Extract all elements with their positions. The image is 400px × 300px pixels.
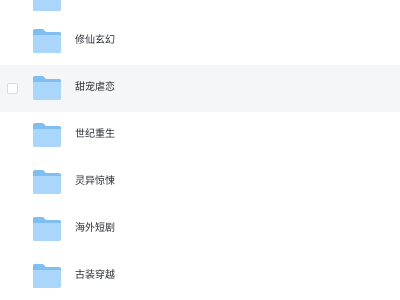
folder-icon bbox=[32, 0, 62, 12]
folder-icon bbox=[32, 169, 62, 195]
folder-list: 修仙玄幻 甜宠虐恋 世纪重生 灵异惊悚 海外短剧 古装穿越 bbox=[0, 0, 400, 299]
folder-name: 甜宠虐恋 bbox=[75, 82, 115, 93]
folder-name: 修仙玄幻 bbox=[75, 35, 115, 46]
folder-name: 古装穿越 bbox=[75, 270, 115, 281]
select-checkbox[interactable] bbox=[7, 83, 18, 94]
list-item[interactable]: 灵异惊悚 bbox=[0, 159, 400, 206]
list-item[interactable]: 世纪重生 bbox=[0, 112, 400, 159]
folder-name: 海外短剧 bbox=[75, 223, 115, 234]
list-item[interactable]: 海外短剧 bbox=[0, 206, 400, 253]
list-item[interactable]: 古装穿越 bbox=[0, 253, 400, 300]
folder-icon bbox=[32, 122, 62, 148]
list-item[interactable]: 甜宠虐恋 bbox=[0, 65, 400, 112]
folder-icon bbox=[32, 263, 62, 289]
folder-icon bbox=[32, 75, 62, 101]
folder-icon bbox=[32, 28, 62, 54]
list-item[interactable]: 修仙玄幻 bbox=[0, 18, 400, 65]
folder-icon bbox=[32, 216, 62, 242]
folder-name: 世纪重生 bbox=[75, 129, 115, 140]
folder-name: 灵异惊悚 bbox=[75, 176, 115, 187]
